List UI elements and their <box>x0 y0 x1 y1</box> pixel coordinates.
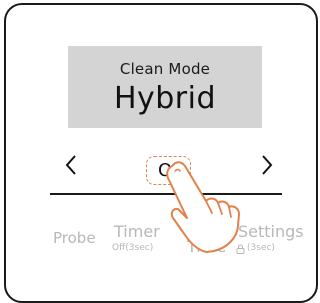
mode-label: Clean Mode <box>119 60 211 78</box>
settings-button[interactable]: Settings <box>238 222 304 241</box>
pointing-hand-icon <box>166 161 240 253</box>
lcd-display: Clean Mode Hybrid <box>68 46 262 128</box>
timer-sub-label: Off(3sec) <box>112 243 154 253</box>
mode-value: Hybrid <box>113 81 217 116</box>
chevron-left-icon[interactable] <box>62 152 82 178</box>
control-panel: Clean Mode Hybrid OK Probe Timer Off(3se… <box>4 3 318 303</box>
settings-sub-label: (3sec) <box>247 243 275 253</box>
probe-button[interactable]: Probe <box>53 229 96 247</box>
chevron-right-icon[interactable] <box>256 152 276 178</box>
timer-button[interactable]: Timer <box>114 222 160 241</box>
